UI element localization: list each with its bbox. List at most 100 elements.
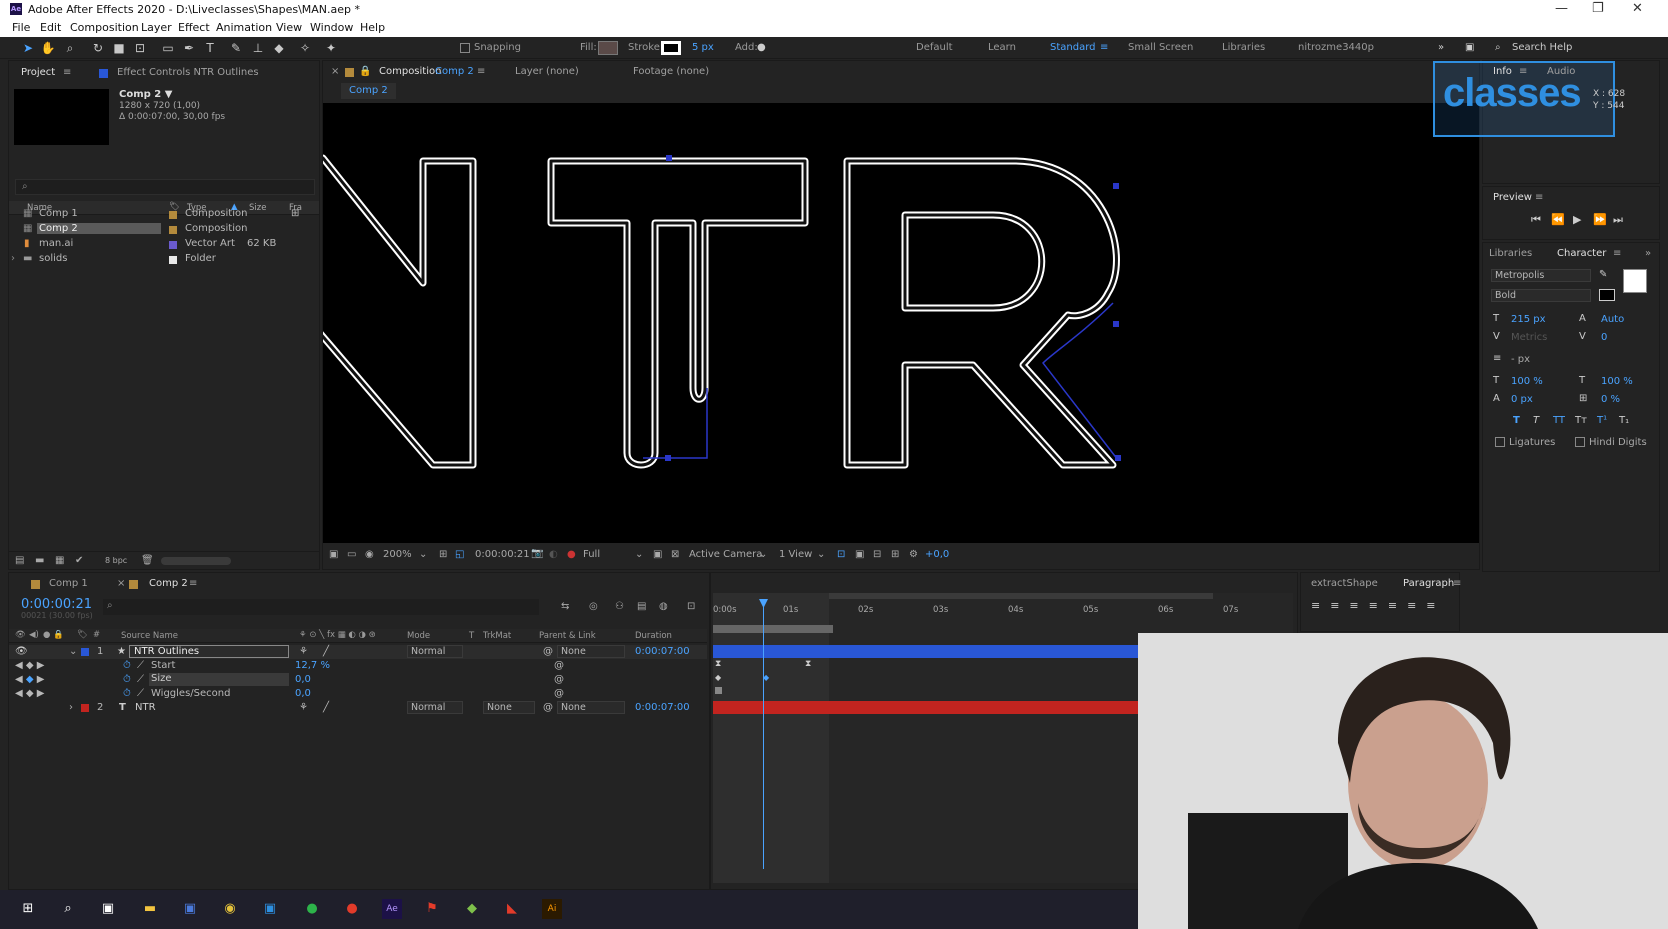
tsume-value[interactable]: 0 % [1601, 394, 1620, 405]
lock-icon[interactable]: 🔒 [359, 66, 371, 77]
stopwatch-icon[interactable]: ⏱ [123, 660, 131, 671]
font-size-value[interactable]: 215 px [1511, 314, 1546, 325]
vpn-icon[interactable]: ◆ [462, 899, 482, 919]
sync-settings-icon[interactable]: ▣ [1465, 42, 1474, 53]
current-time[interactable]: 0:00:00:21 [475, 549, 530, 560]
faux-italic-icon[interactable]: T [1533, 415, 1539, 426]
current-time-indicator[interactable] [763, 599, 764, 869]
save-disk-icon[interactable]: ▣ [180, 899, 200, 919]
chrome-icon[interactable]: ◉ [220, 899, 240, 919]
expression-pickwhip-icon[interactable]: @ [554, 674, 564, 685]
illustrator-icon[interactable]: Ai [542, 899, 562, 919]
graph-icon[interactable]: ⟋ [137, 674, 144, 685]
search-help-field[interactable]: Search Help [1512, 42, 1572, 53]
close-tab-icon[interactable]: × [117, 578, 125, 589]
transparency-grid-icon[interactable]: ⊠ [671, 549, 679, 560]
character-menu-icon[interactable]: ≡ [1613, 248, 1621, 259]
label-color[interactable] [169, 226, 177, 234]
always-preview-icon[interactable]: ▣ [329, 549, 338, 560]
rectangle-tool-icon[interactable]: ▭ [160, 40, 176, 56]
list-item[interactable]: ▦ Comp 1 Composition ⊞ [9, 207, 299, 222]
rotate-tool-icon[interactable]: ↻ [90, 40, 106, 56]
zoom-tool-icon[interactable]: ⌕ [62, 40, 78, 56]
list-item[interactable]: › ▬ solids Folder [9, 252, 299, 267]
chevron-down-icon[interactable]: ⌄ [759, 549, 767, 560]
resolution[interactable]: Full [583, 549, 600, 560]
stroke-color-swatch[interactable] [1599, 289, 1615, 301]
windows-start-icon[interactable]: ⊞ [18, 899, 38, 919]
layer-duration[interactable]: 0:00:07:00 [635, 702, 690, 713]
baseline-shift-value[interactable]: 0 px [1511, 394, 1533, 405]
collapse-chevron-icon[interactable]: ⌄ [69, 646, 77, 657]
parent-select[interactable]: None [557, 645, 625, 658]
col-t[interactable]: T [469, 631, 474, 641]
flowchart-icon[interactable]: ⊞ [291, 208, 299, 219]
vertical-scale-value[interactable]: 100 % [1511, 376, 1543, 387]
monitor-icon[interactable]: ▭ [347, 549, 356, 560]
puppet-tool-icon[interactable]: ✦ [323, 40, 339, 56]
layer-label-color[interactable] [81, 704, 89, 712]
snapshot-camera-icon[interactable]: 📷 [531, 548, 543, 559]
close-icon[interactable]: ✕ [1632, 1, 1643, 16]
small-caps-icon[interactable]: Tт [1575, 415, 1587, 426]
kerning-value[interactable]: Metrics [1511, 332, 1547, 343]
next-frame-icon[interactable]: ⏩ [1593, 213, 1607, 226]
exposure-value[interactable]: +0,0 [925, 549, 949, 560]
menu-file[interactable]: File [12, 21, 30, 34]
tab-libraries[interactable]: Libraries [1489, 248, 1532, 259]
timeline-timecode[interactable]: 0:00:00:21 [21, 597, 92, 612]
leading-value[interactable]: Auto [1601, 314, 1624, 325]
chevron-down-icon[interactable]: ⌄ [817, 549, 825, 560]
tab-extract-shape[interactable]: extractShape [1311, 578, 1378, 589]
label-color[interactable] [169, 256, 177, 264]
tab-comp-1[interactable]: Comp 1 [49, 578, 88, 589]
view-layout[interactable]: 1 View [779, 549, 812, 560]
frame-blending-icon[interactable]: ▤ [637, 601, 646, 612]
label-column-icon[interactable]: 🏷 [77, 630, 88, 640]
roto-brush-tool-icon[interactable]: ✧ [297, 40, 313, 56]
panel-overflow-icon[interactable]: » [1645, 248, 1651, 259]
motion-blur-icon[interactable]: ◍ [659, 601, 668, 612]
chevron-down-icon[interactable]: ⌄ [419, 549, 427, 560]
tab-info[interactable]: Info [1493, 66, 1512, 77]
tab-project[interactable]: Project [21, 67, 55, 78]
project-search-input[interactable]: ⌕ [15, 179, 315, 195]
menu-composition[interactable]: Composition [70, 21, 139, 34]
label-color[interactable] [169, 241, 177, 249]
region-of-interest-icon[interactable]: ▣ [653, 549, 662, 560]
region-icon[interactable]: ◱ [455, 549, 464, 560]
add-shape-icon[interactable]: ● [757, 42, 766, 53]
type-tool-icon[interactable]: T [202, 40, 218, 56]
restore-icon[interactable]: ❐ [1592, 1, 1604, 16]
layer-name[interactable]: NTR Outlines [129, 645, 289, 658]
composition-mini-flowchart-icon[interactable]: ⇆ [561, 601, 569, 612]
time-ruler[interactable]: 0:00s 01s 02s 03s 04s 05s 06s 07s [713, 601, 1238, 619]
pan-behind-tool-icon[interactable]: ⊡ [132, 40, 148, 56]
layer-label-color[interactable] [81, 648, 89, 656]
parent-select[interactable]: None [557, 701, 625, 714]
trash-icon[interactable]: 🗑 [141, 555, 154, 566]
fill-swatch[interactable] [598, 41, 618, 55]
pickwhip-icon[interactable]: @ [543, 646, 553, 657]
blend-mode-select[interactable]: Normal [407, 645, 463, 658]
tab-character[interactable]: Character [1557, 248, 1606, 259]
faux-bold-icon[interactable]: T [1513, 415, 1520, 426]
hindi-digits-checkbox[interactable] [1575, 437, 1585, 447]
workspace-overflow-icon[interactable]: » [1438, 42, 1444, 53]
menu-window[interactable]: Window [310, 21, 353, 34]
layer-row[interactable]: 👁 ⌄ 1 ★ NTR Outlines ⚘ ╱ Normal @ None 0… [9, 645, 707, 659]
col-parent[interactable]: Parent & Link [539, 631, 596, 641]
tab-footage[interactable]: Footage (none) [633, 66, 709, 77]
shortcut-icon[interactable]: ◣ [502, 899, 522, 919]
expand-chevron-icon[interactable]: › [11, 253, 15, 264]
graph-icon[interactable]: ⟋ [137, 660, 144, 671]
selection-tool-icon[interactable]: ➤ [20, 40, 36, 56]
horizontal-scale-value[interactable]: 100 % [1601, 376, 1633, 387]
fast-draft-icon[interactable]: ▣ [855, 549, 864, 560]
adjust-icon[interactable]: ✔ [75, 555, 83, 566]
property-value[interactable]: 0,0 [295, 674, 311, 685]
magnification[interactable]: 200% [383, 549, 412, 560]
timeline-search-input[interactable]: ⌕ [103, 599, 539, 615]
search-icon[interactable]: ⌕ [58, 899, 78, 919]
eraser-tool-icon[interactable]: ◆ [271, 40, 287, 56]
